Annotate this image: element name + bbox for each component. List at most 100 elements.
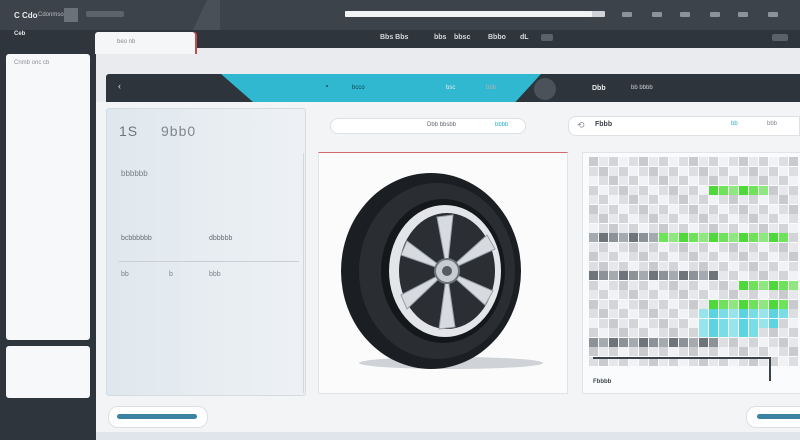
chart-header[interactable]: ⟲ Fbbb bb bbb (568, 116, 800, 136)
heatmap-cell (679, 328, 688, 337)
heatmap-cell (719, 290, 728, 299)
heatmap-cell (749, 176, 758, 185)
address-field[interactable] (86, 11, 124, 17)
heatmap-cell (749, 318, 758, 328)
chart-link[interactable]: bb (731, 121, 738, 127)
header-link[interactable]: bbb (486, 85, 496, 91)
heatmap-cell (739, 176, 748, 185)
heatmap-cell (649, 242, 658, 252)
heatmap-cell (759, 204, 768, 214)
heatmap-cell (639, 233, 648, 242)
heatmap-cell (709, 195, 718, 204)
heatmap-cell (779, 261, 788, 271)
search-pill[interactable]: Dbb bbsbb bbbb (330, 118, 526, 134)
content-header: ‹ ◔ bcco bsc bbb Dbb bb bbbb (106, 74, 800, 102)
heatmap-cell (599, 261, 608, 271)
header-link[interactable]: bb bbbb (631, 85, 653, 91)
user-avatar[interactable] (534, 78, 556, 100)
action-button-left[interactable] (108, 406, 208, 428)
toolbar-dot-icon[interactable] (738, 12, 748, 17)
heatmap-cell (629, 347, 638, 356)
heatmap-cell (699, 223, 708, 233)
heatmap-label: Fbbbb (593, 379, 612, 385)
heatmap-cell (699, 157, 708, 166)
heatmap-cell (709, 271, 718, 280)
heatmap-cell (739, 271, 748, 280)
heatmap-cell (779, 356, 788, 366)
heatmap-cell (689, 204, 698, 214)
heatmap-cell (719, 261, 728, 271)
heatmap-cell (759, 252, 768, 261)
heatmap-cell (669, 328, 678, 337)
toolbar-dot-icon[interactable] (768, 12, 778, 17)
toolbar-dot-icon[interactable] (652, 12, 662, 17)
top-bar: C Cdo Cdonmson (0, 0, 800, 30)
heatmap-cell (609, 271, 618, 280)
heatmap-cell (639, 328, 648, 337)
nav-item[interactable]: Bbbo (488, 34, 506, 41)
window-icon[interactable] (64, 8, 78, 22)
heatmap-cell (659, 166, 668, 176)
nav-item[interactable]: Bbs Bbs (380, 34, 408, 41)
heatmap-cell (739, 318, 748, 328)
heatmap-cell (619, 261, 628, 271)
refresh-icon[interactable]: ⟲ (577, 120, 585, 131)
sidebar-panel[interactable]: Cnmb onc cb (6, 54, 90, 340)
heatmap-cell (669, 242, 678, 252)
heatmap-cell (669, 318, 678, 328)
header-link[interactable]: bsc (446, 85, 455, 91)
nav-item[interactable]: bbsc (454, 34, 470, 41)
heatmap-cell (649, 347, 658, 356)
heatmap-cell (789, 356, 798, 366)
product-image-card[interactable] (318, 152, 568, 394)
heatmap-cell (619, 299, 628, 309)
divider (303, 153, 304, 393)
toolbar-dot-icon[interactable] (710, 12, 720, 17)
heatmap-cell (749, 252, 758, 261)
heatmap-cell (629, 309, 638, 318)
heatmap-cell (689, 214, 698, 223)
heatmap-cell (619, 318, 628, 328)
heatmap-cell (589, 166, 598, 176)
heatmap-cell (769, 166, 778, 176)
tab-active[interactable]: beo nb (95, 32, 195, 54)
nav-badge-icon[interactable] (541, 34, 553, 41)
heatmap-cell (609, 195, 618, 204)
heatmap-cell (679, 195, 688, 204)
heatmap-cell (659, 347, 668, 356)
heatmap-cell (759, 214, 768, 223)
heatmap-cell (689, 166, 698, 176)
section-icon[interactable]: ◔ (324, 82, 329, 91)
heatmap-cell (789, 337, 798, 347)
search-action[interactable]: bbbb (495, 122, 508, 128)
heatmap-cell (779, 290, 788, 299)
heatmap-cell (709, 309, 718, 318)
toolbar-dot-icon[interactable] (680, 12, 690, 17)
heatmap-cell (759, 176, 768, 185)
heatmap-cell (739, 157, 748, 166)
stat-value: b (169, 271, 173, 278)
toolbar-dot-icon[interactable] (622, 12, 632, 17)
nav-item[interactable]: dL (520, 34, 529, 41)
heatmap-cell (749, 337, 758, 347)
back-arrow-icon[interactable]: ‹ (118, 81, 121, 91)
heatmap-cell (679, 204, 688, 214)
divider (119, 261, 299, 262)
heatmap-cell (679, 318, 688, 328)
chart-link[interactable]: bbb (767, 121, 777, 127)
sidebar-secondary-panel[interactable] (6, 346, 90, 398)
heatmap-cell (779, 309, 788, 318)
heatmap-cell (749, 261, 758, 271)
nav-menu-icon[interactable] (772, 34, 788, 41)
action-button-right[interactable] (746, 406, 800, 428)
heatmap-cell (649, 337, 658, 347)
heatmap-cell (769, 309, 778, 318)
heatmap-cell (589, 233, 598, 242)
heatmap-cell (709, 176, 718, 185)
heatmap-cell (729, 157, 738, 166)
section-label[interactable]: bcco (352, 85, 365, 91)
heatmap-cell (719, 337, 728, 347)
nav-item[interactable]: bbs (434, 34, 446, 41)
heatmap-cell (629, 223, 638, 233)
app-logo[interactable]: C Cdo (14, 11, 38, 20)
